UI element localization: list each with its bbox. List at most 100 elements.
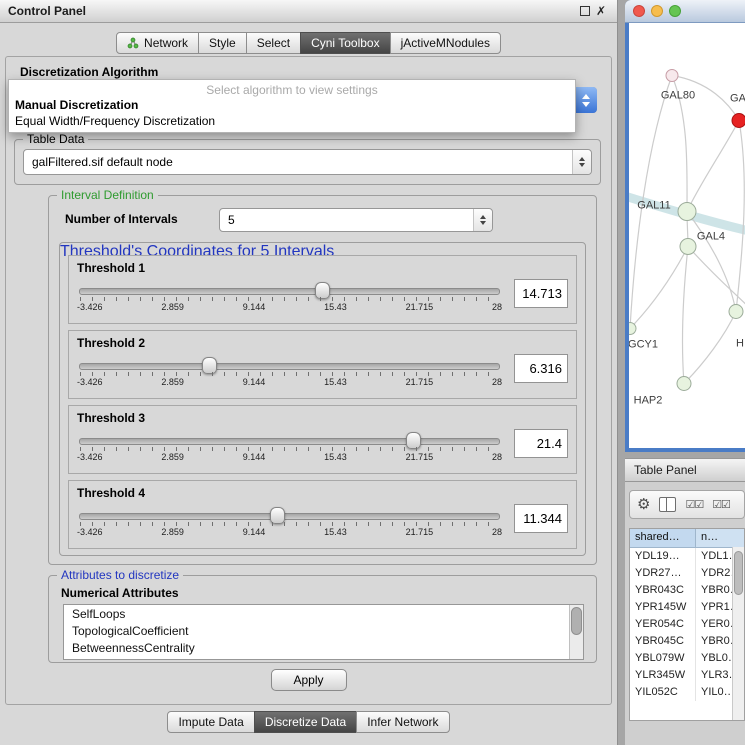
select-rows-icon[interactable]: ☑☑ bbox=[685, 498, 703, 511]
threshold-4-panel: Threshold 4 -3.4262.8599.14415.4321.7152… bbox=[68, 480, 577, 549]
slider-scale-label: 9.144 bbox=[243, 452, 266, 462]
network-node-selected[interactable] bbox=[732, 114, 745, 128]
close-button[interactable] bbox=[633, 5, 645, 17]
threshold-2-slider[interactable]: -3.4262.8599.14415.4321.71528 bbox=[77, 354, 502, 396]
minimize-button[interactable] bbox=[651, 5, 663, 17]
network-node[interactable] bbox=[678, 203, 696, 221]
slider-scale-label: 9.144 bbox=[243, 377, 266, 387]
slider-scale-label: 15.43 bbox=[324, 452, 347, 462]
tab-select[interactable]: Select bbox=[246, 32, 301, 54]
combobox-stepper-icon[interactable] bbox=[473, 209, 492, 231]
column-header-shared-name[interactable]: shared… bbox=[630, 529, 696, 547]
threshold-1-value-field[interactable]: 14.713 bbox=[514, 279, 568, 308]
popup-item-manual-discretization[interactable]: Manual Discretization bbox=[9, 97, 575, 113]
slider-scale-label: 28 bbox=[492, 377, 502, 387]
threshold-3-value-field[interactable]: 21.4 bbox=[514, 429, 568, 458]
table-data-combobox[interactable]: galFiltered.sif default node bbox=[23, 149, 592, 175]
table-row[interactable]: YLR345W YLR3… bbox=[630, 667, 744, 684]
slider-track[interactable] bbox=[79, 288, 500, 295]
threshold-4-slider[interactable]: -3.4262.8599.14415.4321.71528 bbox=[77, 504, 502, 546]
slider-scale-label: 15.43 bbox=[324, 377, 347, 387]
slider-scale-label: 9.144 bbox=[243, 302, 266, 312]
numerical-attributes-label: Numerical Attributes bbox=[61, 586, 179, 600]
tab-network-label: Network bbox=[144, 36, 188, 50]
column-header-name[interactable]: n… bbox=[696, 529, 744, 547]
table-row[interactable]: YBL079W YBL0… bbox=[630, 650, 744, 667]
table-row[interactable]: YBR045C YBR0… bbox=[630, 633, 744, 650]
tab-impute-data[interactable]: Impute Data bbox=[167, 711, 254, 733]
slider-scale-label: 28 bbox=[492, 452, 502, 462]
attributes-listbox[interactable]: SelfLoopsTopologicalCoefficientBetweenne… bbox=[63, 604, 584, 660]
node-table: shared… n… YDL19… YDL1… YDR27… YDR2… YBR… bbox=[629, 528, 745, 721]
table-scrollbar[interactable] bbox=[732, 547, 744, 720]
threshold-3-slider[interactable]: -3.4262.8599.14415.4321.71528 bbox=[77, 429, 502, 471]
select-all-icon[interactable]: ☑☑ bbox=[712, 498, 730, 511]
slider-scale-label: 9.144 bbox=[243, 527, 266, 537]
slider-scale-label: 2.859 bbox=[161, 527, 184, 537]
threshold-2-panel: Threshold 2 -3.4262.8599.14415.4321.7152… bbox=[68, 330, 577, 399]
attribute-item[interactable]: BetweennessCentrality bbox=[64, 640, 569, 657]
network-icon bbox=[127, 37, 139, 49]
network-node[interactable] bbox=[629, 323, 636, 335]
threshold-1-panel: Threshold 1 -3.4262.8599.14415.4321.7152… bbox=[68, 255, 577, 324]
control-panel-window: Control Panel ✗ Network Style Select Cyn… bbox=[0, 0, 618, 745]
network-view-window: GAL80 GA GAL11 GAL4 GCY1 HAP2 H bbox=[625, 0, 745, 452]
node-label: HAP2 bbox=[634, 395, 663, 407]
attribute-item[interactable]: TopologicalCoefficient bbox=[64, 623, 569, 640]
network-node[interactable] bbox=[677, 377, 691, 391]
slider-track[interactable] bbox=[79, 438, 500, 445]
control-panel-tabs: Network Style Select Cyni Toolbox jActiv… bbox=[0, 32, 617, 54]
slider-scale-label: -3.426 bbox=[77, 302, 103, 312]
table-row[interactable]: YDR27… YDR2… bbox=[630, 565, 744, 582]
combobox-stepper-icon[interactable] bbox=[575, 87, 597, 113]
slider-ticks bbox=[80, 297, 500, 301]
list-scrollbar-thumb[interactable] bbox=[571, 607, 582, 635]
threshold-4-value-field[interactable]: 11.344 bbox=[514, 504, 568, 533]
algorithm-dropdown-popup: Select algorithm to view settings Manual… bbox=[8, 79, 576, 133]
slider-scale-label: 21.715 bbox=[406, 302, 434, 312]
table-row[interactable]: YPR145W YPR1… bbox=[630, 599, 744, 616]
network-node[interactable] bbox=[729, 305, 743, 319]
gear-icon[interactable]: ⚙ bbox=[637, 497, 650, 512]
column-selector-icon[interactable] bbox=[659, 497, 676, 512]
attributes-legend: Attributes to discretize bbox=[57, 568, 183, 582]
tab-network[interactable]: Network bbox=[116, 32, 199, 54]
table-scrollbar-thumb[interactable] bbox=[734, 551, 743, 595]
tab-discretize-data[interactable]: Discretize Data bbox=[254, 711, 357, 733]
table-row[interactable]: YER054C YER0… bbox=[630, 616, 744, 633]
close-window-icon[interactable]: ✗ bbox=[593, 3, 609, 19]
zoom-button[interactable] bbox=[669, 5, 681, 17]
table-header-row: shared… n… bbox=[630, 529, 744, 548]
network-node[interactable] bbox=[680, 239, 696, 255]
table-panel-window: Table Panel ⚙ ☑☑ ☑☑ shared… n… YDL19… YD… bbox=[625, 458, 745, 745]
slider-ticks bbox=[80, 372, 500, 376]
tab-infer-network[interactable]: Infer Network bbox=[356, 711, 449, 733]
number-of-intervals-label: Number of Intervals bbox=[65, 212, 178, 226]
popup-placeholder-item: Select algorithm to view settings bbox=[9, 80, 575, 97]
table-panel-title: Table Panel bbox=[634, 463, 697, 477]
network-node[interactable] bbox=[666, 70, 678, 82]
float-glyph bbox=[580, 6, 590, 16]
table-data-legend: Table Data bbox=[23, 132, 88, 146]
interval-definition-legend: Interval Definition bbox=[57, 188, 158, 202]
node-label: GAL11 bbox=[637, 200, 670, 212]
table-row[interactable]: YIL052C YIL0… bbox=[630, 684, 744, 701]
popup-item-equal-width-frequency[interactable]: Equal Width/Frequency Discretization bbox=[9, 113, 575, 129]
slider-track[interactable] bbox=[79, 513, 500, 520]
tab-cyni-toolbox[interactable]: Cyni Toolbox bbox=[300, 32, 390, 54]
number-of-intervals-combobox[interactable]: 5 bbox=[219, 208, 493, 232]
attribute-item[interactable]: SelfLoops bbox=[64, 606, 569, 623]
list-scrollbar[interactable] bbox=[569, 605, 583, 659]
apply-button[interactable]: Apply bbox=[270, 669, 346, 691]
combobox-stepper-icon[interactable] bbox=[572, 150, 591, 174]
tab-jactivemnodules[interactable]: jActiveMNodules bbox=[390, 32, 501, 54]
network-canvas[interactable]: GAL80 GA GAL11 GAL4 GCY1 HAP2 H bbox=[629, 23, 745, 448]
threshold-2-value-field[interactable]: 6.316 bbox=[514, 354, 568, 383]
threshold-1-slider[interactable]: -3.4262.8599.14415.4321.71528 bbox=[77, 279, 502, 321]
slider-track[interactable] bbox=[79, 363, 500, 370]
float-window-icon[interactable] bbox=[577, 3, 593, 19]
table-row[interactable]: YDL19… YDL1… bbox=[630, 548, 744, 565]
tab-style[interactable]: Style bbox=[198, 32, 247, 54]
slider-scale-label: 21.715 bbox=[406, 452, 434, 462]
table-row[interactable]: YBR043C YBR0… bbox=[630, 582, 744, 599]
